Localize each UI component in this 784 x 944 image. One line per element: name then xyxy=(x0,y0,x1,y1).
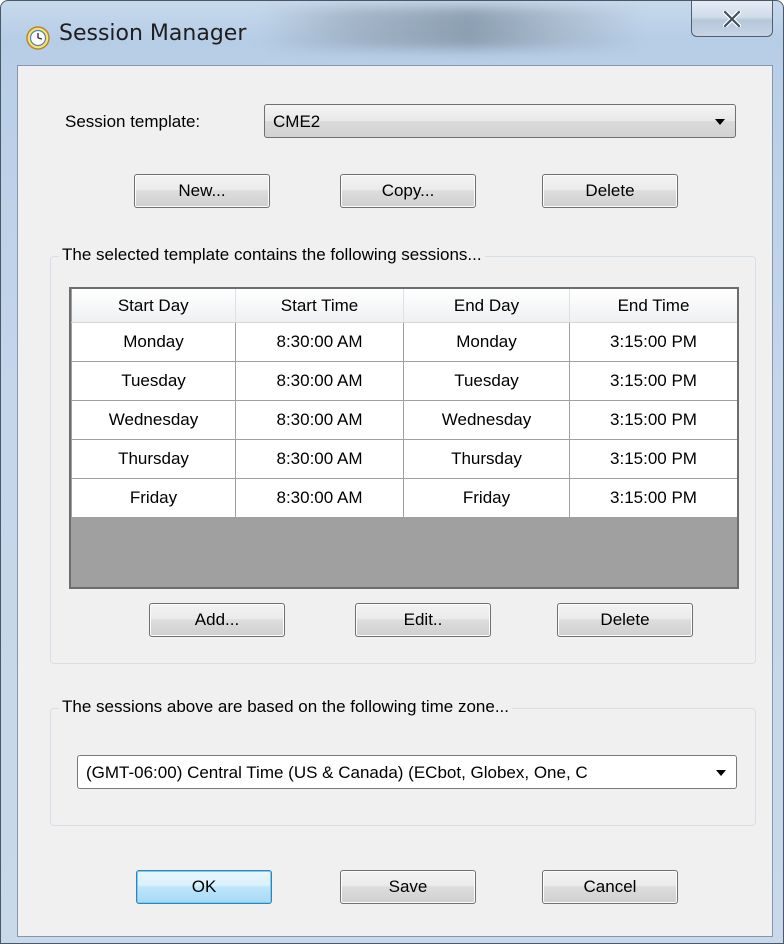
cell-end-time[interactable]: 3:15:00 PM xyxy=(569,361,737,401)
sessions-grid[interactable]: Start Day Start Time End Day End Time Mo… xyxy=(69,287,739,589)
cell-end-time[interactable]: 3:15:00 PM xyxy=(569,322,737,362)
cell-end-time[interactable]: 3:15:00 PM xyxy=(569,400,737,440)
cell-start-day[interactable]: Wednesday xyxy=(71,400,236,440)
session-manager-window: Session Manager Session template: CME2 N… xyxy=(0,0,784,944)
cell-start-time[interactable]: 8:30:00 AM xyxy=(235,361,404,401)
chevron-down-icon xyxy=(715,119,725,125)
cell-end-time[interactable]: 3:15:00 PM xyxy=(569,478,737,518)
column-header-end-day[interactable]: End Day xyxy=(403,289,570,323)
cell-start-time[interactable]: 8:30:00 AM xyxy=(235,400,404,440)
chevron-down-icon xyxy=(716,770,726,776)
add-session-button[interactable]: Add... xyxy=(149,603,285,637)
sessions-group-title: The selected template contains the follo… xyxy=(59,245,485,265)
dialog-client-area: Session template: CME2 New... Copy... De… xyxy=(17,65,773,937)
delete-session-button[interactable]: Delete xyxy=(557,603,693,637)
session-template-label: Session template: xyxy=(65,112,201,131)
cancel-button[interactable]: Cancel xyxy=(542,870,678,904)
column-header-end-time[interactable]: End Time xyxy=(569,289,737,323)
timezone-value: (GMT-06:00) Central Time (US & Canada) (… xyxy=(86,763,588,782)
cell-end-day[interactable]: Wednesday xyxy=(403,400,570,440)
close-icon xyxy=(723,10,741,27)
cell-start-day[interactable]: Friday xyxy=(71,478,236,518)
cell-start-time[interactable]: 8:30:00 AM xyxy=(235,439,404,479)
cell-start-day[interactable]: Tuesday xyxy=(71,361,236,401)
save-button[interactable]: Save xyxy=(340,870,476,904)
column-header-start-time[interactable]: Start Time xyxy=(235,289,404,323)
title-bar-background xyxy=(261,7,641,49)
sessions-group: The selected template contains the follo… xyxy=(50,245,756,664)
cell-end-day[interactable]: Thursday xyxy=(403,439,570,479)
cell-start-time[interactable]: 8:30:00 AM xyxy=(235,478,404,518)
table-row[interactable]: Wednesday 8:30:00 AM Wednesday 3:15:00 P… xyxy=(71,400,737,440)
cell-end-day[interactable]: Monday xyxy=(403,322,570,362)
cell-end-day[interactable]: Tuesday xyxy=(403,361,570,401)
session-manager-icon xyxy=(26,26,50,50)
column-header-start-day[interactable]: Start Day xyxy=(71,289,236,323)
timezone-group-title: The sessions above are based on the foll… xyxy=(59,697,512,717)
timezone-dropdown[interactable]: (GMT-06:00) Central Time (US & Canada) (… xyxy=(77,755,737,789)
delete-template-button[interactable]: Delete xyxy=(542,174,678,208)
session-template-dropdown[interactable]: CME2 xyxy=(264,104,736,138)
table-row[interactable]: Friday 8:30:00 AM Friday 3:15:00 PM xyxy=(71,478,737,518)
cell-end-time[interactable]: 3:15:00 PM xyxy=(569,439,737,479)
table-row[interactable]: Monday 8:30:00 AM Monday 3:15:00 PM xyxy=(71,322,737,362)
cell-start-time[interactable]: 8:30:00 AM xyxy=(235,322,404,362)
cell-start-day[interactable]: Thursday xyxy=(71,439,236,479)
grid-header-row: Start Day Start Time End Day End Time xyxy=(71,289,737,323)
session-template-value: CME2 xyxy=(273,112,321,131)
table-row[interactable]: Thursday 8:30:00 AM Thursday 3:15:00 PM xyxy=(71,439,737,479)
ok-button[interactable]: OK xyxy=(136,870,272,904)
cell-start-day[interactable]: Monday xyxy=(71,322,236,362)
close-button[interactable] xyxy=(691,1,773,37)
copy-template-button[interactable]: Copy... xyxy=(340,174,476,208)
cell-end-day[interactable]: Friday xyxy=(403,478,570,518)
timezone-group: The sessions above are based on the foll… xyxy=(50,697,756,826)
table-row[interactable]: Tuesday 8:30:00 AM Tuesday 3:15:00 PM xyxy=(71,361,737,401)
window-title: Session Manager xyxy=(59,21,247,46)
edit-session-button[interactable]: Edit.. xyxy=(355,603,491,637)
new-template-button[interactable]: New... xyxy=(134,174,270,208)
